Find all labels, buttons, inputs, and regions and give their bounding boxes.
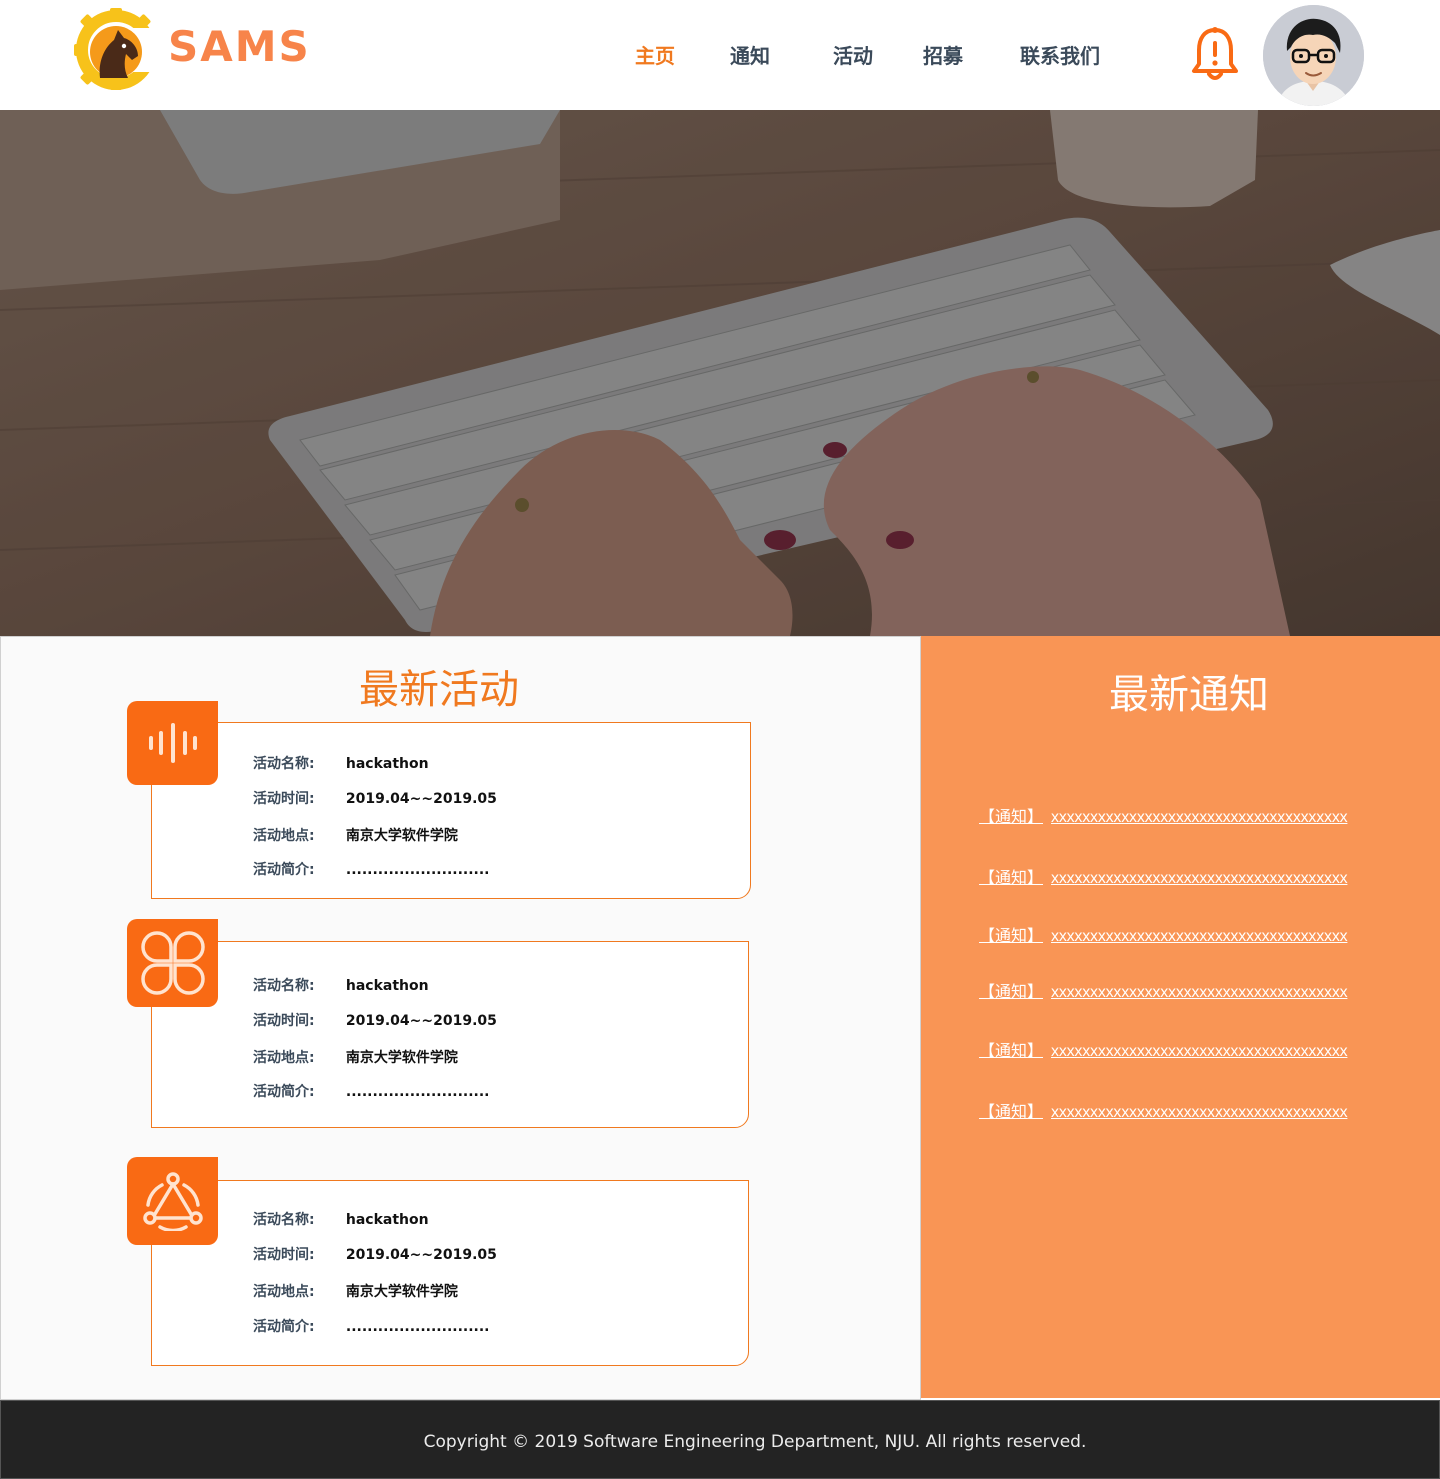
clover-icon [127, 919, 218, 1007]
activity-time-row: 活动时间: 2019.04~~2019.05 [253, 1244, 497, 1264]
activity-place-value: 南京大学软件学院 [345, 1050, 458, 1066]
activity-intro-label: 活动简介: [253, 1319, 315, 1335]
activity-intro-label: 活动简介: [253, 862, 315, 878]
activity-place-row: 活动地点: 南京大学软件学院 [253, 825, 458, 845]
activity-place-row: 活动地点: 南京大学软件学院 [253, 1047, 458, 1067]
activity-place-label: 活动地点: [253, 828, 315, 844]
main-content: 最新活动 活动名称: hackathon 活动时间: 2019.04~~2019… [0, 636, 1440, 1400]
notice-tag: 【通知】 [979, 982, 1044, 1001]
activity-name-row: 活动名称: hackathon [253, 753, 429, 773]
activity-time-value: 2019.04~~2019.05 [345, 1247, 497, 1263]
latest-activities-section: 最新活动 活动名称: hackathon 活动时间: 2019.04~~2019… [0, 636, 921, 1400]
notice-tag: 【通知】 [979, 868, 1044, 887]
activity-time-label: 活动时间: [253, 791, 315, 807]
activity-place-row: 活动地点: 南京大学软件学院 [253, 1281, 458, 1301]
notice-link[interactable]: 【通知】 xxxxxxxxxxxxxxxxxxxxxxxxxxxxxxxxxxxx… [979, 803, 1348, 827]
nav-activities[interactable]: 活动 [833, 40, 873, 69]
activity-intro-label: 活动简介: [253, 1084, 315, 1100]
activity-name-row: 活动名称: hackathon [253, 975, 429, 995]
notice-tag: 【通知】 [979, 1041, 1044, 1060]
notice-tag: 【通知】 [979, 807, 1044, 826]
site-footer: Copyright © 2019 Software Engineering De… [0, 1400, 1440, 1479]
sams-logo-icon[interactable] [74, 8, 158, 90]
activity-intro-value: ........................... [345, 1084, 490, 1100]
notices-title: 最新通知 [1109, 672, 1269, 718]
brand-name: SAMS [168, 22, 311, 71]
activity-name-label: 活动名称: [253, 978, 315, 994]
activity-time-label: 活动时间: [253, 1013, 315, 1029]
activity-name-row: 活动名称: hackathon [253, 1209, 429, 1229]
hero-banner [0, 110, 1440, 636]
latest-notices-section: 最新通知 【通知】 xxxxxxxxxxxxxxxxxxxxxxxxxxxxxxx… [921, 636, 1440, 1398]
activity-intro-value: ........................... [345, 1319, 490, 1335]
activity-time-row: 活动时间: 2019.04~~2019.05 [253, 1010, 497, 1030]
activity-card[interactable]: 活动名称: hackathon 活动时间: 2019.04~~2019.05 活… [151, 722, 751, 899]
notice-text: xxxxxxxxxxxxxxxxxxxxxxxxxxxxxxxxxxxxxx [1051, 1104, 1348, 1121]
notice-link[interactable]: 【通知】 xxxxxxxxxxxxxxxxxxxxxxxxxxxxxxxxxxxx… [979, 864, 1348, 888]
activity-place-label: 活动地点: [253, 1050, 315, 1066]
notice-link[interactable]: 【通知】 xxxxxxxxxxxxxxxxxxxxxxxxxxxxxxxxxxxx… [979, 1098, 1348, 1122]
sound-wave-icon [127, 701, 218, 785]
keyboard-photo [0, 110, 1440, 636]
user-avatar-icon [1263, 5, 1364, 106]
notice-tag: 【通知】 [979, 1102, 1044, 1121]
site-header: SAMS 主页 通知 活动 招募 联系我们 [0, 0, 1440, 110]
activity-time-value: 2019.04~~2019.05 [345, 791, 497, 807]
notice-link[interactable]: 【通知】 xxxxxxxxxxxxxxxxxxxxxxxxxxxxxxxxxxxx… [979, 1037, 1348, 1061]
notice-link[interactable]: 【通知】 xxxxxxxxxxxxxxxxxxxxxxxxxxxxxxxxxxxx… [979, 978, 1348, 1002]
activity-card[interactable]: 活动名称: hackathon 活动时间: 2019.04~~2019.05 活… [151, 1180, 749, 1366]
user-avatar[interactable] [1263, 5, 1364, 106]
activity-place-value: 南京大学软件学院 [345, 1284, 458, 1300]
notice-text: xxxxxxxxxxxxxxxxxxxxxxxxxxxxxxxxxxxxxx [1051, 870, 1348, 887]
nav-recruit[interactable]: 招募 [923, 40, 963, 69]
activity-intro-row: 活动简介: ........................... [253, 1316, 490, 1336]
activity-card[interactable]: 活动名称: hackathon 活动时间: 2019.04~~2019.05 活… [151, 941, 749, 1128]
activity-time-row: 活动时间: 2019.04~~2019.05 [253, 788, 497, 808]
activity-name-value: hackathon [345, 756, 429, 772]
activity-time-label: 活动时间: [253, 1247, 315, 1263]
copyright-text: Copyright © 2019 Software Engineering De… [423, 1432, 1087, 1452]
activity-name-value: hackathon [345, 1212, 429, 1228]
activity-intro-value: ........................... [345, 862, 490, 878]
bell-alert-icon[interactable] [1190, 26, 1240, 82]
activity-place-label: 活动地点: [253, 1284, 315, 1300]
notice-text: xxxxxxxxxxxxxxxxxxxxxxxxxxxxxxxxxxxxxx [1051, 984, 1348, 1001]
activity-name-value: hackathon [345, 978, 429, 994]
notice-text: xxxxxxxxxxxxxxxxxxxxxxxxxxxxxxxxxxxxxx [1051, 928, 1348, 945]
notice-text: xxxxxxxxxxxxxxxxxxxxxxxxxxxxxxxxxxxxxx [1051, 1043, 1348, 1060]
network-icon [127, 1157, 218, 1245]
nav-home[interactable]: 主页 [635, 40, 675, 69]
activity-intro-row: 活动简介: ........................... [253, 1081, 490, 1101]
activity-name-label: 活动名称: [253, 1212, 315, 1228]
activity-intro-row: 活动简介: ........................... [253, 859, 490, 879]
nav-contact[interactable]: 联系我们 [1020, 40, 1100, 69]
activity-place-value: 南京大学软件学院 [345, 828, 458, 844]
activity-time-value: 2019.04~~2019.05 [345, 1013, 497, 1029]
nav-notices[interactable]: 通知 [730, 40, 770, 69]
notice-link[interactable]: 【通知】 xxxxxxxxxxxxxxxxxxxxxxxxxxxxxxxxxxxx… [979, 922, 1348, 946]
notice-text: xxxxxxxxxxxxxxxxxxxxxxxxxxxxxxxxxxxxxx [1051, 809, 1348, 826]
activity-name-label: 活动名称: [253, 756, 315, 772]
notice-tag: 【通知】 [979, 926, 1044, 945]
